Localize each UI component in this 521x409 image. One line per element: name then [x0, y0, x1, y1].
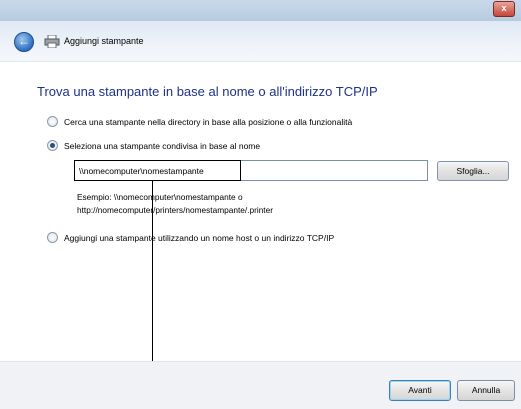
back-arrow-icon[interactable]: ←: [14, 32, 34, 52]
navigation-bar: ← Aggiungi stampante: [0, 21, 521, 62]
shared-printer-name-input[interactable]: [74, 160, 428, 181]
option-search-directory[interactable]: Cerca una stampante nella directory in b…: [47, 116, 352, 127]
next-button[interactable]: Avanti: [389, 380, 451, 401]
example-line-1: Esempio: \\nomecomputer\nomestampante o: [77, 192, 243, 202]
browse-button[interactable]: Sfoglia...: [437, 161, 509, 181]
option-label: Seleziona una stampante condivisa in bas…: [64, 140, 261, 151]
printer-icon: [44, 35, 60, 48]
option-select-shared[interactable]: Seleziona una stampante condivisa in bas…: [47, 140, 260, 151]
window-titlebar: x: [0, 0, 521, 21]
option-label: Cerca una stampante nella directory in b…: [64, 116, 353, 127]
cancel-button[interactable]: Annulla: [457, 380, 515, 401]
window-title: Aggiungi stampante: [64, 36, 144, 46]
radio-select-shared[interactable]: [47, 140, 58, 151]
close-button[interactable]: x: [493, 1, 515, 17]
dialog-footer: Avanti Annulla: [0, 361, 521, 409]
option-label: Aggiungi una stampante utilizzando un no…: [64, 232, 335, 243]
radio-search-directory[interactable]: [47, 116, 58, 127]
radio-tcpip[interactable]: [47, 232, 58, 243]
example-line-2: http://nomecomputer/printers/nomestampan…: [77, 205, 273, 215]
option-tcpip[interactable]: Aggiungi una stampante utilizzando un no…: [47, 232, 334, 243]
example-hint: Esempio: \\nomecomputer\nomestampante o …: [77, 191, 273, 217]
page-heading: Trova una stampante in base al nome o al…: [37, 84, 378, 99]
